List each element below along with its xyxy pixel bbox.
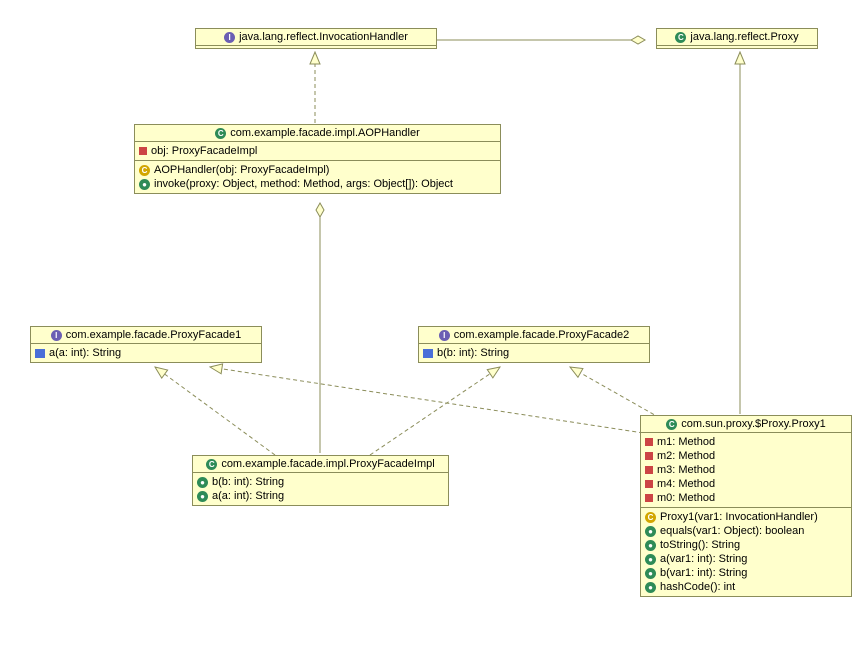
method-icon: ●: [197, 491, 208, 502]
method-icon: ●: [645, 568, 656, 579]
class-name: java.lang.reflect.Proxy: [690, 31, 798, 43]
class-name: com.example.facade.impl.ProxyFacadeImpl: [221, 458, 434, 470]
class-name: com.example.facade.ProxyFacade2: [454, 329, 629, 341]
field-icon: [139, 147, 147, 155]
abstract-icon: [423, 349, 433, 358]
method: hashCode(): int: [660, 581, 735, 593]
class-icon: C: [215, 128, 226, 139]
class-icon: C: [666, 419, 677, 430]
field-icon: [645, 466, 653, 474]
method-icon: ●: [645, 540, 656, 551]
field: m2: Method: [657, 450, 715, 462]
field-icon: [645, 452, 653, 460]
class-aophandler[interactable]: Ccom.example.facade.impl.AOPHandler obj:…: [134, 124, 501, 194]
method-icon: ●: [139, 179, 150, 190]
constructor-icon: C: [139, 165, 150, 176]
field: m1: Method: [657, 436, 715, 448]
field-icon: [645, 480, 653, 488]
field-icon: [645, 494, 653, 502]
method: b(b: int): String: [212, 476, 284, 488]
class-name: com.sun.proxy.$Proxy.Proxy1: [681, 418, 825, 430]
field: m4: Method: [657, 478, 715, 490]
edge-pfi-pf1: [155, 367, 275, 455]
field-icon: [645, 438, 653, 446]
method: b(var1: int): String: [660, 567, 747, 579]
method: a(var1: int): String: [660, 553, 747, 565]
edge-p1-pf1: [210, 367, 650, 434]
field: m0: Method: [657, 492, 715, 504]
method-icon: ●: [645, 554, 656, 565]
constructor-icon: C: [645, 512, 656, 523]
method: a(a: int): String: [49, 347, 121, 359]
class-proxyfacade2[interactable]: Icom.example.facade.ProxyFacade2 b(b: in…: [418, 326, 650, 363]
class-icon: C: [675, 32, 686, 43]
class-proxyfacadeimpl[interactable]: Ccom.example.facade.impl.ProxyFacadeImpl…: [192, 455, 449, 506]
class-name: java.lang.reflect.InvocationHandler: [239, 31, 408, 43]
method-icon: ●: [645, 582, 656, 593]
abstract-icon: [35, 349, 45, 358]
class-icon: C: [206, 459, 217, 470]
interface-icon: I: [51, 330, 62, 341]
class-proxyfacade1[interactable]: Icom.example.facade.ProxyFacade1 a(a: in…: [30, 326, 262, 363]
class-invocationhandler[interactable]: Ijava.lang.reflect.InvocationHandler: [195, 28, 437, 49]
class-proxy1[interactable]: Ccom.sun.proxy.$Proxy.Proxy1 m1: Method …: [640, 415, 852, 597]
interface-icon: I: [224, 32, 235, 43]
edge-p1-pf2: [570, 367, 660, 418]
class-name: com.example.facade.impl.AOPHandler: [230, 127, 420, 139]
class-proxy[interactable]: Cjava.lang.reflect.Proxy: [656, 28, 818, 49]
method: Proxy1(var1: InvocationHandler): [660, 511, 818, 523]
method: invoke(proxy: Object, method: Method, ar…: [154, 178, 453, 190]
edge-pfi-pf2: [370, 367, 500, 455]
method-icon: ●: [197, 477, 208, 488]
field: m3: Method: [657, 464, 715, 476]
class-name: com.example.facade.ProxyFacade1: [66, 329, 241, 341]
method: b(b: int): String: [437, 347, 509, 359]
method: equals(var1: Object): boolean: [660, 525, 804, 537]
method-icon: ●: [645, 526, 656, 537]
interface-icon: I: [439, 330, 450, 341]
field: obj: ProxyFacadeImpl: [151, 145, 257, 157]
method: AOPHandler(obj: ProxyFacadeImpl): [154, 164, 329, 176]
method: a(a: int): String: [212, 490, 284, 502]
method: toString(): String: [660, 539, 740, 551]
